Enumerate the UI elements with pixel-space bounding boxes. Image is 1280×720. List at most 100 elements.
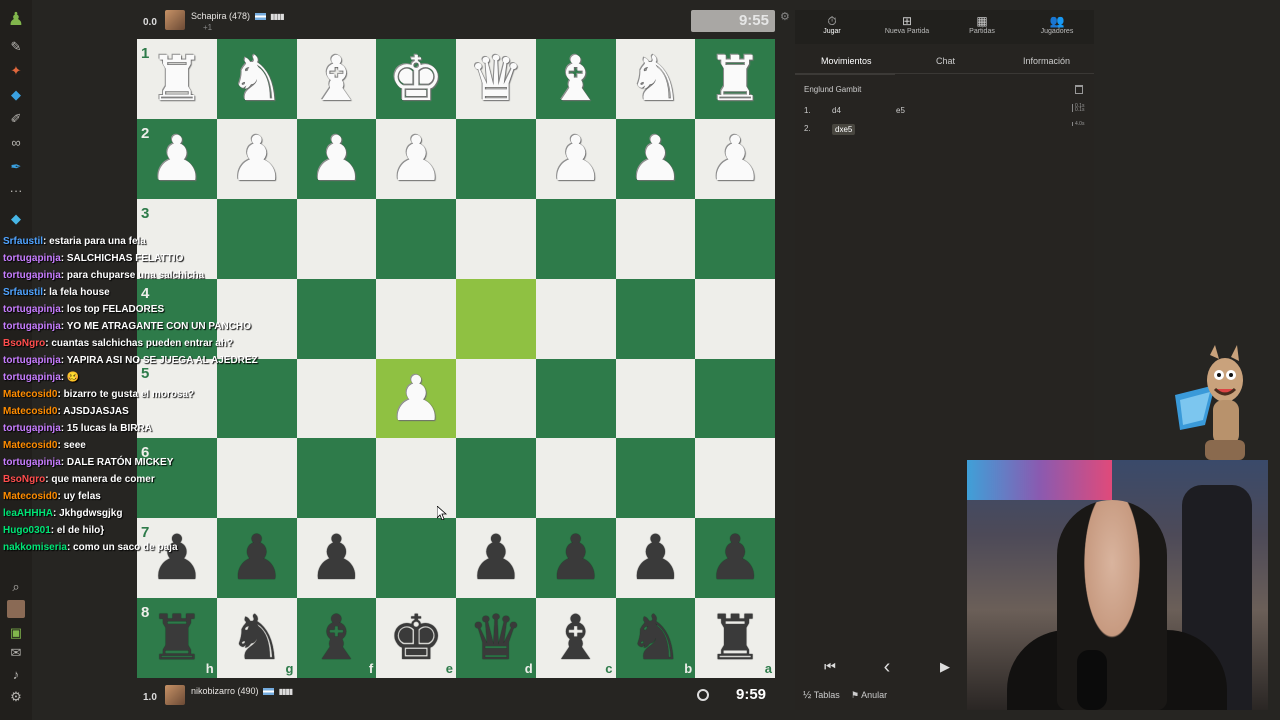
- square-d8[interactable]: d ♛: [456, 598, 536, 678]
- bottom-player-name[interactable]: nikobizarro: [191, 686, 235, 696]
- white-piece[interactable]: ♚: [376, 39, 456, 119]
- square-b5[interactable]: [615, 358, 696, 439]
- white-piece[interactable]: ♟: [137, 119, 217, 199]
- lesson-icon[interactable]: ✦: [7, 62, 25, 80]
- chat-username[interactable]: BsoNgro: [3, 338, 45, 349]
- square-a4[interactable]: [695, 278, 775, 359]
- white-piece[interactable]: ♞: [217, 39, 297, 119]
- square-a1[interactable]: ♜: [695, 39, 775, 119]
- square-c6[interactable]: [535, 438, 616, 519]
- white-move[interactable]: dxe5: [832, 124, 856, 135]
- white-piece[interactable]: ♞: [616, 39, 696, 119]
- square-d6[interactable]: [456, 438, 536, 519]
- white-piece[interactable]: ♟: [695, 119, 775, 199]
- white-piece[interactable]: ♟: [616, 119, 696, 199]
- bottom-player-avatar[interactable]: [165, 685, 185, 705]
- chat-username[interactable]: Matecosid0: [3, 491, 57, 502]
- chat-username[interactable]: nakkomiseria: [3, 542, 67, 553]
- top-player-name-line[interactable]: Schapira (478) ▮▮▮▮: [191, 11, 285, 21]
- chat-username[interactable]: Srfaustil: [3, 287, 43, 298]
- square-e3[interactable]: [376, 198, 456, 279]
- settings-icon[interactable]: ⚙: [7, 688, 25, 706]
- square-b7[interactable]: ♟: [615, 518, 696, 599]
- square-c5[interactable]: [535, 358, 616, 439]
- watch-icon[interactable]: ✐: [7, 110, 25, 128]
- square-b8[interactable]: b ♞: [615, 598, 696, 678]
- black-piece[interactable]: ♜: [695, 598, 775, 678]
- square-h2[interactable]: 2 ♟: [137, 118, 217, 199]
- top-player-avatar[interactable]: [165, 10, 185, 30]
- white-piece[interactable]: ♟: [217, 119, 297, 199]
- nav-jugadores[interactable]: 👥 Jugadores: [1020, 10, 1094, 44]
- search-icon[interactable]: ⌕: [7, 578, 25, 596]
- square-d2[interactable]: [456, 118, 536, 199]
- nav-partidas[interactable]: ▦ Partidas: [945, 10, 1019, 44]
- square-g2[interactable]: ♟: [216, 118, 297, 199]
- black-piece[interactable]: ♞: [616, 598, 696, 678]
- square-f3[interactable]: [296, 198, 377, 279]
- square-f7[interactable]: ♟: [296, 518, 377, 599]
- chat-username[interactable]: Matecosid0: [3, 389, 57, 400]
- square-c8[interactable]: c ♝: [535, 598, 616, 678]
- square-a3[interactable]: [695, 198, 775, 279]
- pawn-logo-icon[interactable]: ♟: [7, 10, 25, 28]
- square-g1[interactable]: ♞: [216, 39, 297, 119]
- diamond-icon[interactable]: ◆: [7, 210, 25, 228]
- square-f2[interactable]: ♟: [296, 118, 377, 199]
- square-c7[interactable]: ♟: [535, 518, 616, 599]
- black-piece[interactable]: ♝: [536, 598, 616, 678]
- square-b6[interactable]: [615, 438, 696, 519]
- chat-username[interactable]: Srfaustil: [3, 236, 43, 247]
- square-a6[interactable]: [695, 438, 775, 519]
- black-piece[interactable]: ♟: [456, 518, 536, 598]
- square-d4[interactable]: [456, 278, 536, 359]
- square-d5[interactable]: [456, 358, 536, 439]
- chat-username[interactable]: Matecosid0: [3, 440, 57, 451]
- messages-icon[interactable]: ✉: [7, 644, 25, 662]
- white-piece[interactable]: ♜: [695, 39, 775, 119]
- chat-username[interactable]: tortugapinja: [3, 457, 61, 468]
- square-b4[interactable]: [615, 278, 696, 359]
- square-a5[interactable]: [695, 358, 775, 439]
- abort-button[interactable]: ⚑ Anular: [851, 690, 887, 701]
- square-e7[interactable]: [376, 518, 456, 599]
- top-player-name[interactable]: Schapira: [191, 11, 227, 21]
- prev-move-button[interactable]: ‹: [875, 656, 899, 678]
- news-icon[interactable]: ✒: [7, 158, 25, 176]
- chat-username[interactable]: BsoNgro: [3, 474, 45, 485]
- white-piece[interactable]: ♟: [536, 119, 616, 199]
- black-piece[interactable]: ♝: [297, 598, 377, 678]
- binoculars-icon[interactable]: ∞: [7, 134, 25, 152]
- white-piece[interactable]: ♟: [376, 119, 456, 199]
- chat-username[interactable]: Hugo0301: [3, 525, 51, 536]
- learn-icon[interactable]: ◆: [7, 86, 25, 104]
- bell-icon[interactable]: ♪: [7, 666, 25, 684]
- black-piece[interactable]: ♛: [456, 598, 536, 678]
- square-b1[interactable]: ♞: [615, 39, 696, 119]
- square-e2[interactable]: ♟: [376, 118, 456, 199]
- opening-name[interactable]: Englund Gambit: [804, 85, 861, 94]
- square-f6[interactable]: [296, 438, 377, 519]
- black-piece[interactable]: ♟: [616, 518, 696, 598]
- black-piece[interactable]: ♞: [217, 598, 297, 678]
- more-icon[interactable]: ···: [7, 182, 25, 200]
- tab-chat[interactable]: Chat: [936, 56, 955, 66]
- avatar-icon[interactable]: [7, 600, 25, 618]
- first-move-button[interactable]: ⏮: [818, 656, 842, 678]
- draw-button[interactable]: ½ Tablas: [803, 690, 840, 701]
- chat-username[interactable]: tortugapinja: [3, 321, 61, 332]
- square-d3[interactable]: [456, 198, 536, 279]
- square-e5[interactable]: ♟: [376, 358, 456, 439]
- tab-movimientos[interactable]: Movimientos: [821, 56, 872, 66]
- chat-username[interactable]: leaAHHHA: [3, 508, 53, 519]
- square-e1[interactable]: ♚: [376, 39, 456, 119]
- square-d7[interactable]: ♟: [456, 518, 536, 599]
- square-b2[interactable]: ♟: [615, 118, 696, 199]
- square-a8[interactable]: a ♜: [695, 598, 775, 678]
- bottom-player-name-line[interactable]: nikobizarro (490) ▮▮▮▮: [191, 686, 293, 696]
- board-settings-icon[interactable]: ⚙: [780, 10, 790, 23]
- chat-username[interactable]: tortugapinja: [3, 372, 61, 383]
- chat-username[interactable]: tortugapinja: [3, 423, 61, 434]
- black-move[interactable]: e5: [896, 106, 905, 115]
- chat-username[interactable]: tortugapinja: [3, 304, 61, 315]
